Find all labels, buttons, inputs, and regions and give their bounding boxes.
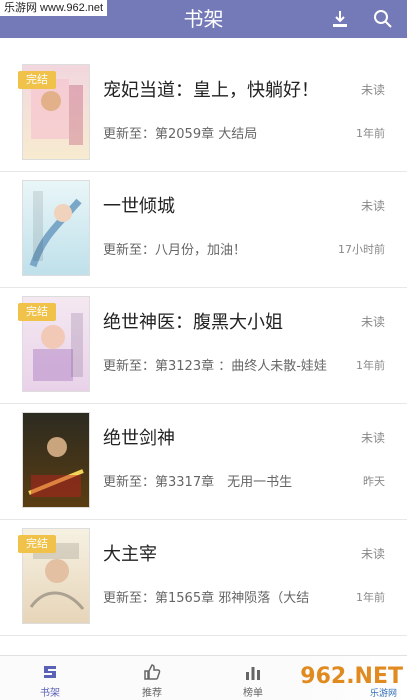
read-status: 未读 <box>360 83 385 97</box>
book-item[interactable]: 完结 宠妃当道：皇上，快躺好！ 未读 更新至：第2059章 大结局 1年前 <box>0 56 407 172</box>
read-status: 未读 <box>360 315 385 329</box>
complete-badge: 完结 <box>18 303 56 321</box>
book-item[interactable]: 一世倾城 未读 更新至：八月份，加油！ 17小时前 <box>0 172 407 288</box>
top-bar: 乐游网 www.962.net 书架 <box>0 0 407 38</box>
book-title: 一世倾城 <box>103 196 175 217</box>
thumbs-up-icon <box>142 662 162 682</box>
book-item[interactable]: 完结 绝世神医：腹黑大小姐 未读 更新至：第3123章 ：曲终人未散-娃娃 1年… <box>0 288 407 404</box>
download-icon[interactable] <box>330 9 350 29</box>
tab-bookshelf[interactable]: 书架 <box>15 656 85 700</box>
watermark-site: 乐游网 <box>369 689 397 699</box>
book-title: 大主宰 <box>103 544 157 565</box>
book-title: 绝世剑神 <box>103 428 175 449</box>
update-time: 1年前 <box>356 359 385 372</box>
update-info: 更新至：八月份，加油！ <box>103 243 247 258</box>
complete-badge: 完结 <box>18 535 56 553</box>
bookshelf-list: 完结 宠妃当道：皇上，快躺好！ 未读 更新至：第2059章 大结局 1年前 一世… <box>0 56 407 636</box>
ranking-bars-icon <box>243 662 263 682</box>
update-info: 更新至：第1565章 邪神陨落（大结 <box>103 591 310 606</box>
bookshelf-icon <box>40 662 60 682</box>
read-status: 未读 <box>360 431 385 445</box>
update-time: 1年前 <box>356 591 385 604</box>
tab-ranking[interactable]: 榜单 <box>218 656 288 700</box>
book-cover <box>22 180 90 276</box>
update-time: 17小时前 <box>338 243 385 256</box>
tab-recommend[interactable]: 推荐 <box>117 656 187 700</box>
tab-label: 书架 <box>40 688 60 699</box>
search-icon[interactable] <box>373 9 393 29</box>
book-cover <box>22 412 90 508</box>
read-status: 未读 <box>360 547 385 561</box>
complete-badge: 完结 <box>18 71 56 89</box>
update-time: 1年前 <box>356 127 385 140</box>
book-item[interactable]: 绝世剑神 未读 更新至：第3317章 无用一书生 昨天 <box>0 404 407 520</box>
tab-label: 推荐 <box>142 688 162 699</box>
bottom-tab-bar: 书架 推荐 榜单 962.NET 乐游网 <box>0 655 407 700</box>
update-info: 更新至：第3317章 无用一书生 <box>103 475 293 490</box>
watermark-bottom: 962.NET 乐游网 <box>297 656 407 700</box>
book-item[interactable]: 完结 大主宰 未读 更新至：第1565章 邪神陨落（大结 1年前 <box>0 520 407 636</box>
update-info: 更新至：第2059章 大结局 <box>103 127 258 142</box>
book-title: 宠妃当道：皇上，快躺好！ <box>103 80 319 101</box>
book-title: 绝世神医：腹黑大小姐 <box>103 312 283 333</box>
read-status: 未读 <box>360 199 385 213</box>
update-time: 昨天 <box>363 475 385 488</box>
update-info: 更新至：第3123章 ：曲终人未散-娃娃 <box>103 359 327 374</box>
tab-label: 榜单 <box>243 688 263 699</box>
